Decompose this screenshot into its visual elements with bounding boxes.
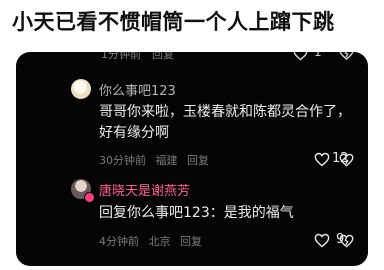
- reply-button[interactable]: 回复: [180, 235, 202, 248]
- comment-text: 哥哥你来啦，玉楼春就和陈都灵合作了，好有缘分啊: [99, 104, 351, 141]
- broken-heart-icon[interactable]: [339, 52, 354, 61]
- verified-badge-icon: [84, 192, 95, 203]
- comment-location: 福建: [155, 154, 178, 167]
- previous-comment-row: 1分钟前 回复 1: [16, 52, 368, 62]
- reply-button[interactable]: 回复: [187, 154, 209, 167]
- comment-location: 北京: [148, 235, 171, 248]
- heart-outline-icon[interactable]: [314, 152, 330, 167]
- broken-heart-icon[interactable]: [339, 233, 354, 249]
- comment-time: 30分钟前: [99, 154, 146, 167]
- previous-comment-meta: 1分钟前 回复: [101, 52, 174, 61]
- comment-username[interactable]: 唐晓天是谢燕芳: [99, 180, 190, 199]
- comment-text: 回复你么事吧123：是我的福气: [99, 205, 294, 221]
- comment-meta: 4分钟前 北京 回复: [99, 233, 208, 249]
- heart-outline-icon[interactable]: [293, 52, 308, 61]
- previous-like-count: 1: [314, 52, 322, 59]
- comment-card: 1分钟前 回复 1 你么事吧123 哥哥你来啦，玉楼春就和陈都灵合作了，好有缘分…: [16, 52, 368, 266]
- avatar[interactable]: [71, 79, 91, 99]
- post-title: 小天已看不惯帽筒一个人上蹿下跳: [12, 10, 335, 34]
- comment-username[interactable]: 你么事吧123: [99, 80, 176, 99]
- comment-meta: 30分钟前 福建 回复: [99, 152, 215, 168]
- broken-heart-icon[interactable]: [339, 152, 354, 168]
- heart-outline-icon[interactable]: [314, 233, 330, 248]
- comment-time: 4分钟前: [99, 235, 139, 248]
